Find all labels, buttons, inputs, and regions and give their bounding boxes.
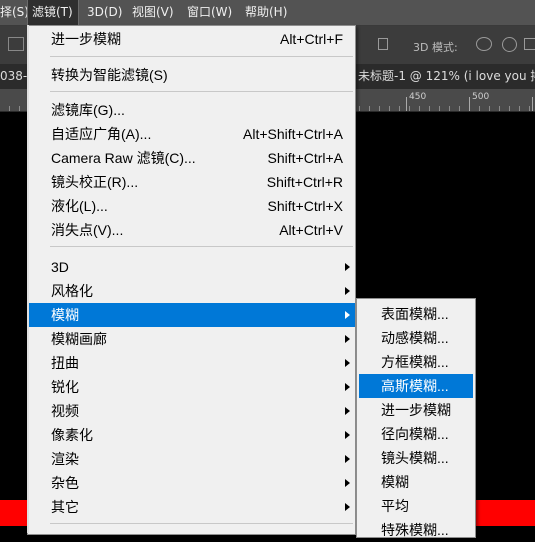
submenu-arrow-icon [345,407,350,415]
menu-item-other[interactable]: 其它 [29,495,355,519]
menu-item-label: 模糊画廊 [51,331,107,347]
menu-item-3d[interactable]: 3D [29,255,355,279]
menu-item-shortcut: Shift+Ctrl+X [267,198,343,214]
menu-item-shortcut: Shift+Ctrl+R [266,174,343,190]
submenu-item-label: 平均 [381,498,409,514]
document-tab-active[interactable]: 未标题-1 @ 121% (i love you 拷 [358,64,535,89]
menu-item-label: 风格化 [51,283,93,299]
blur-submenu: 表面模糊... 动感模糊... 方框模糊... 高斯模糊... 进一步模糊 径向… [356,298,476,538]
menu-item-blur-gallery[interactable]: 模糊画廊 [29,327,355,351]
submenu-arrow-icon [345,359,350,367]
menu-item-camera-raw[interactable]: Camera Raw 滤镜(C)... Shift+Ctrl+A [29,146,355,170]
menu-item-shortcut: Alt+Ctrl+V [279,222,343,238]
menu-item-label: 扭曲 [51,355,79,371]
document-tab-previous[interactable]: 038- [0,64,27,89]
submenu-arrow-icon [345,383,350,391]
submenu-item-label: 进一步模糊 [381,402,451,418]
3d-roll-icon[interactable] [502,37,517,52]
menu-divider [50,56,353,57]
ruler-tick-label: 450 [409,92,427,102]
menu-item-repeat-filter[interactable]: 进一步模糊 Alt+Ctrl+F [29,27,355,51]
submenu-arrow-icon [345,335,350,343]
menu-item-label: 杂色 [51,475,79,491]
menu-item-label: 其它 [51,499,79,515]
menu-item-shortcut: Alt+Ctrl+F [279,31,343,47]
ruler-tick-label: 500 [472,92,490,102]
submenu-item-label: 径向模糊... [381,426,449,442]
menu-item-noise[interactable]: 杂色 [29,471,355,495]
menu-item-sharpen[interactable]: 锐化 [29,375,355,399]
submenu-item-label: 方框模糊... [381,354,449,370]
menu-window[interactable]: 窗口(W) [183,0,236,25]
submenu-arrow-icon [345,503,350,511]
menu-filter[interactable]: 滤镜(T) [27,0,79,26]
menu-item-filter-gallery[interactable]: 滤镜库(G)... [29,98,355,122]
submenu-item-gaussian-blur[interactable]: 高斯模糊... [359,374,473,398]
menu-item-label: 视频 [51,403,79,419]
3d-mode-label: 3D 模式: [413,41,458,54]
submenu-item-lens-blur[interactable]: 镜头模糊... [359,446,473,470]
menu-item-label: 转换为智能滤镜(S) [51,67,168,83]
menu-help[interactable]: 帮助(H) [241,0,291,25]
submenu-arrow-icon [345,287,350,295]
submenu-item-label: 表面模糊... [381,306,449,322]
menu-item-stylize[interactable]: 风格化 [29,279,355,303]
menu-item-render[interactable]: 渲染 [29,447,355,471]
menu-item-label: 进一步模糊 [51,31,121,47]
menu-item-vanishing-point[interactable]: 消失点(V)... Alt+Ctrl+V [29,218,355,242]
filter-menu: 进一步模糊 Alt+Ctrl+F 转换为智能滤镜(S) 滤镜库(G)... 自适… [27,25,356,535]
menu-item-label: 像素化 [51,427,93,443]
menu-item-label: Camera Raw 滤镜(C)... [51,150,196,166]
menu-item-label: 镜头校正(R)... [51,174,139,190]
submenu-item-label: 特殊模糊... [381,522,449,538]
menu-item-convert-smart-filter[interactable]: 转换为智能滤镜(S) [29,63,355,87]
menu-3d[interactable]: 3D(D) [83,0,126,25]
menu-item-label: 滤镜库(G)... [51,102,125,118]
submenu-item-box-blur[interactable]: 方框模糊... [359,350,473,374]
menu-item-label: 自适应广角(A)... [51,126,152,142]
submenu-item-label: 模糊 [381,474,409,490]
tool-icon[interactable] [8,37,24,51]
menu-bar: 择(S) 滤镜(T) 3D(D) 视图(V) 窗口(W) 帮助(H) [0,0,535,26]
align-icon[interactable] [378,38,388,50]
3d-pan-icon[interactable] [524,38,535,50]
menu-item-label: 液化(L)... [51,198,108,214]
submenu-item-label: 镜头模糊... [381,450,449,466]
menu-item-shortcut: Alt+Shift+Ctrl+A [243,126,343,142]
submenu-item-blur[interactable]: 模糊 [359,470,473,494]
submenu-item-label: 动感模糊... [381,330,449,346]
menu-item-label: 消失点(V)... [51,222,124,238]
submenu-item-radial-blur[interactable]: 径向模糊... [359,422,473,446]
submenu-arrow-icon [345,455,350,463]
menu-divider [50,91,353,92]
menu-item-adaptive-wide-angle[interactable]: 自适应广角(A)... Alt+Shift+Ctrl+A [29,122,355,146]
submenu-item-motion-blur[interactable]: 动感模糊... [359,326,473,350]
menu-item-label: 模糊 [51,307,79,323]
menu-item-blur[interactable]: 模糊 [29,303,355,327]
submenu-item-average[interactable]: 平均 [359,494,473,518]
menu-view[interactable]: 视图(V) [128,0,178,25]
menu-item-distort[interactable]: 扭曲 [29,351,355,375]
menu-item-label: 锐化 [51,379,79,395]
submenu-item-surface-blur[interactable]: 表面模糊... [359,302,473,326]
menu-item-shortcut: Shift+Ctrl+A [267,150,343,166]
menu-divider [50,246,353,247]
submenu-item-smart-blur[interactable]: 特殊模糊... [359,518,473,542]
submenu-item-label: 高斯模糊... [381,378,449,394]
menu-item-pixelate[interactable]: 像素化 [29,423,355,447]
menu-item-liquify[interactable]: 液化(L)... Shift+Ctrl+X [29,194,355,218]
3d-orbit-icon[interactable] [476,37,492,51]
submenu-arrow-icon [345,263,350,271]
submenu-arrow-icon [345,311,350,319]
submenu-arrow-icon [345,479,350,487]
menu-item-lens-correction[interactable]: 镜头校正(R)... Shift+Ctrl+R [29,170,355,194]
submenu-arrow-icon [345,431,350,439]
menu-item-label: 3D [51,259,69,275]
menu-divider [50,523,353,524]
menu-item-video[interactable]: 视频 [29,399,355,423]
submenu-item-blur-more[interactable]: 进一步模糊 [359,398,473,422]
menu-item-label: 渲染 [51,451,79,467]
